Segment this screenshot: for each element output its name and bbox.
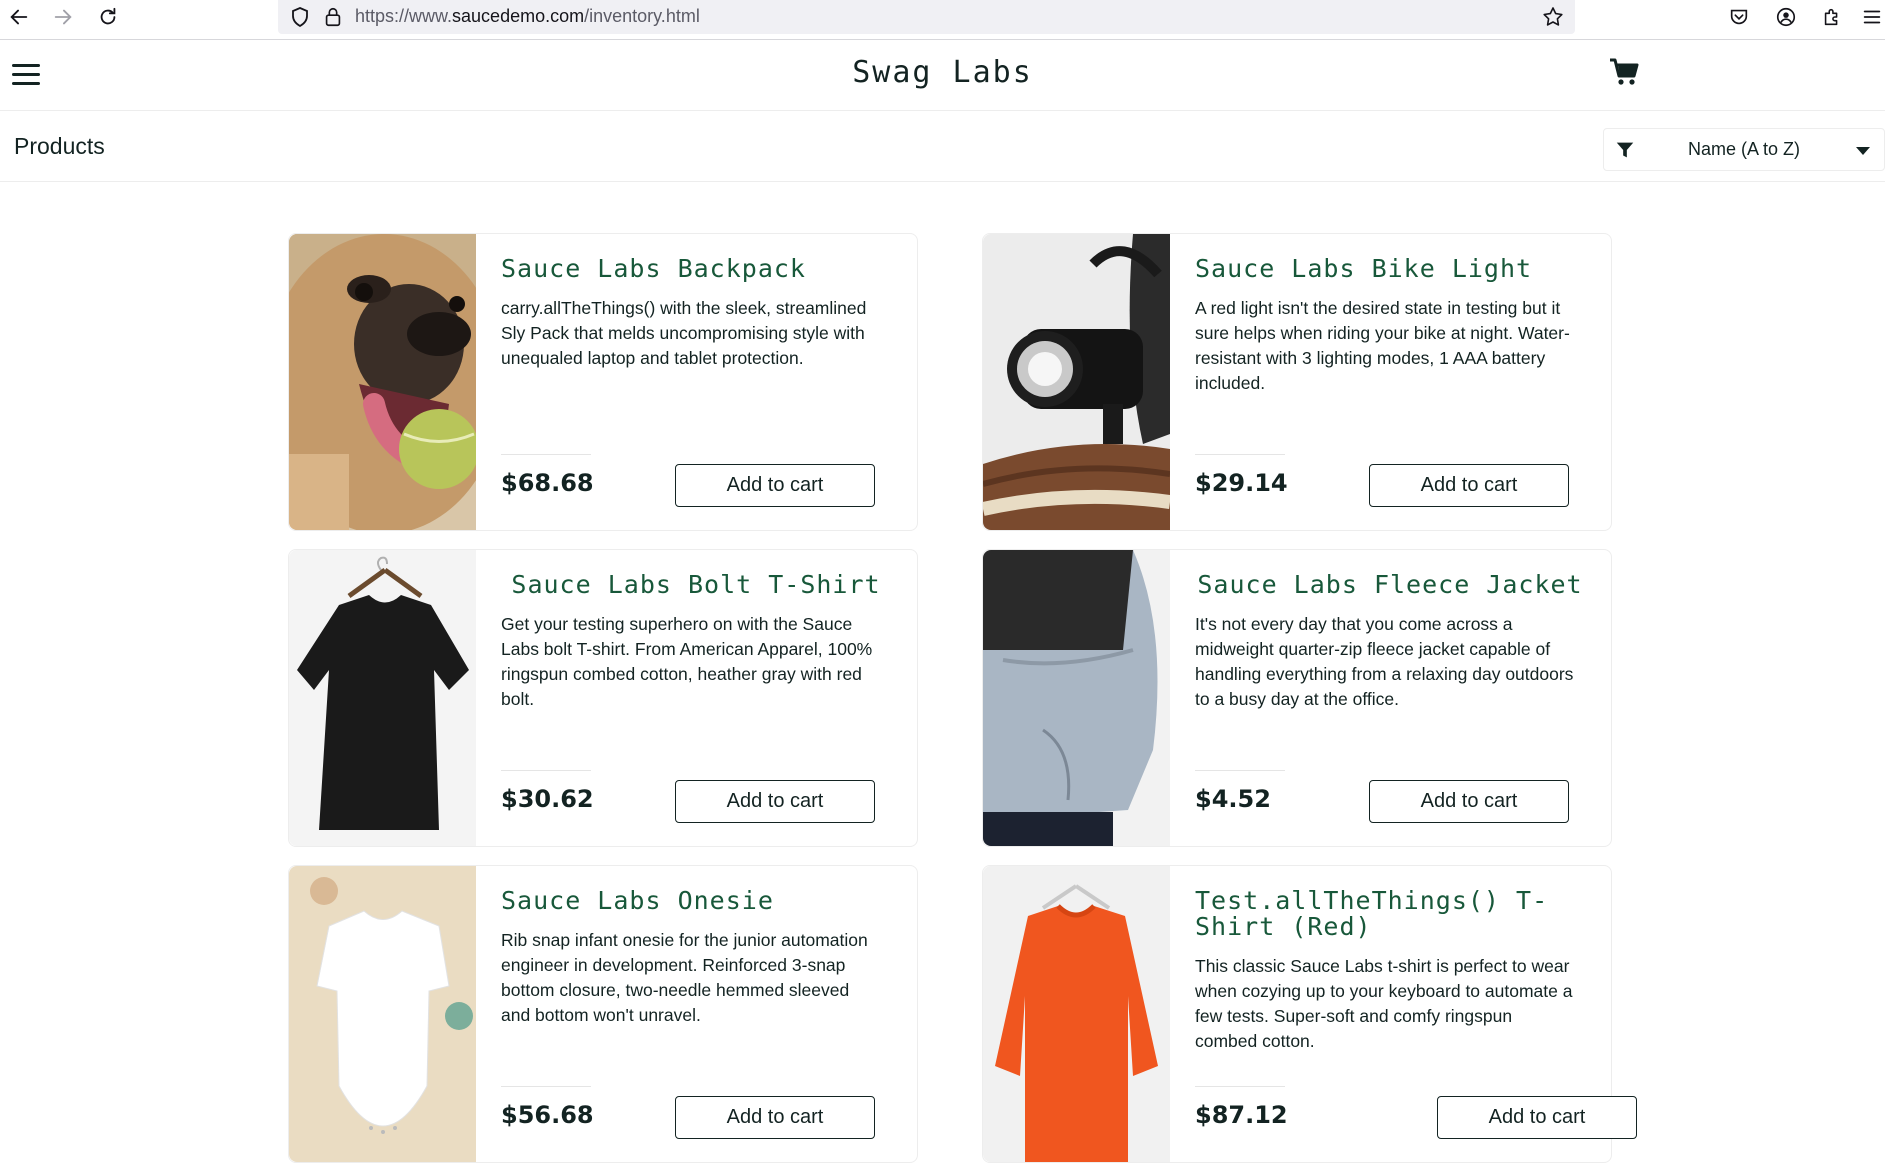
sort-dropdown[interactable]: Name (A to Z) (1603, 128, 1885, 171)
product-price: $56.68 (501, 1101, 594, 1129)
product-image-red-tshirt[interactable] (983, 866, 1170, 1162)
back-button[interactable] (4, 2, 34, 32)
account-icon (1776, 7, 1796, 27)
reload-icon (100, 7, 116, 25)
black-tshirt-image-icon (289, 550, 476, 846)
url-path: /inventory.html (584, 6, 700, 26)
product-name[interactable]: Sauce Labs Backpack (501, 256, 891, 282)
puzzle-icon (1824, 8, 1838, 26)
page-title: Products (14, 133, 105, 159)
add-to-cart-button[interactable]: Add to cart (675, 1096, 875, 1139)
address-bar[interactable]: https://www.saucedemo.com/inventory.html (278, 0, 1575, 34)
reload-button[interactable] (93, 2, 123, 32)
extensions-button[interactable] (1818, 3, 1846, 31)
price-divider (501, 770, 591, 771)
pug-image-icon (289, 234, 476, 530)
product-price: $68.68 (501, 469, 594, 497)
price-divider (1195, 454, 1285, 455)
app-logo: Swag Labs (852, 55, 1033, 90)
shopping-cart-icon[interactable] (1608, 56, 1640, 88)
product-name[interactable]: Sauce Labs Fleece Jacket (1195, 572, 1585, 598)
product-description: A red light isn't the desired state in t… (1195, 298, 1570, 393)
product-description: It's not every day that you come across … (1195, 614, 1574, 709)
add-to-cart-button[interactable]: Add to cart (1437, 1096, 1637, 1139)
forward-button[interactable] (48, 2, 78, 32)
add-to-cart-button[interactable]: Add to cart (675, 780, 875, 823)
price-divider (501, 454, 591, 455)
add-to-cart-button[interactable]: Add to cart (1369, 780, 1569, 823)
onesie-image-icon (289, 866, 476, 1162)
price-divider (1195, 1086, 1285, 1087)
inventory-item: Test.allTheThings() T-Shirt (Red) This c… (982, 865, 1637, 1163)
product-price: $4.52 (1195, 785, 1271, 813)
secondary-header: Products Name (A to Z) (0, 111, 1885, 182)
product-image-backpack[interactable] (289, 234, 476, 530)
lock-icon[interactable] (322, 5, 344, 29)
pocket-button[interactable] (1725, 3, 1753, 31)
inventory-item: Sauce Labs Onesie Rib snap infant onesie… (288, 865, 918, 1163)
arrow-left-icon (10, 9, 28, 25)
product-description: carry.allTheThings() with the sleek, str… (501, 298, 867, 368)
pocket-icon (1730, 9, 1748, 25)
product-name[interactable]: Sauce Labs Bolt T-Shirt (501, 572, 891, 598)
price-divider (1195, 770, 1285, 771)
product-price: $87.12 (1195, 1101, 1288, 1129)
product-name[interactable]: Sauce Labs Onesie (501, 888, 891, 914)
product-description: Get your testing superhero on with the S… (501, 614, 873, 709)
filter-icon (1616, 142, 1634, 158)
price-divider (501, 1086, 591, 1087)
bookmark-star-icon[interactable] (1541, 5, 1565, 29)
product-description: Rib snap infant onesie for the junior au… (501, 930, 868, 1025)
inventory-item: Sauce Labs Bolt T-Shirt Get your testing… (288, 549, 918, 847)
inventory-list: Sauce Labs Backpack carry.allTheThings()… (288, 233, 1637, 1163)
app-header: Swag Labs (0, 40, 1885, 111)
arrow-right-icon (54, 9, 72, 25)
product-name[interactable]: Sauce Labs Bike Light (1195, 256, 1585, 282)
browser-toolbar: https://www.saucedemo.com/inventory.html (0, 0, 1885, 40)
product-image-bike-light[interactable] (983, 234, 1170, 530)
url-prefix: https://www. (355, 6, 453, 26)
add-to-cart-button[interactable]: Add to cart (675, 464, 875, 507)
inventory-item: Sauce Labs Bike Light A red light isn't … (982, 233, 1612, 531)
product-image-fleece-jacket[interactable] (983, 550, 1170, 846)
product-price: $30.62 (501, 785, 594, 813)
url-text[interactable]: https://www.saucedemo.com/inventory.html (355, 6, 700, 27)
product-description: This classic Sauce Labs t-shirt is perfe… (1195, 956, 1573, 1051)
url-host: saucedemo.com (452, 6, 585, 26)
account-button[interactable] (1772, 3, 1800, 31)
product-price: $29.14 (1195, 469, 1288, 497)
bike-light-image-icon (983, 234, 1170, 530)
inventory-item: Sauce Labs Fleece Jacket It's not every … (982, 549, 1612, 847)
product-image-onesie[interactable] (289, 866, 476, 1162)
shield-icon[interactable] (288, 5, 312, 29)
hamburger-menu-icon (1863, 10, 1881, 24)
fleece-jacket-image-icon (983, 550, 1170, 846)
inventory-item: Sauce Labs Backpack carry.allTheThings()… (288, 233, 918, 531)
menu-button[interactable] (1861, 3, 1883, 31)
sort-selected-value: Name (A to Z) (1688, 139, 1801, 159)
red-sweatshirt-image-icon (983, 866, 1170, 1162)
chevron-down-icon (1856, 147, 1870, 155)
add-to-cart-button[interactable]: Add to cart (1369, 464, 1569, 507)
product-image-bolt-tshirt[interactable] (289, 550, 476, 846)
product-name[interactable]: Test.allTheThings() T-Shirt (Red) (1195, 888, 1585, 940)
